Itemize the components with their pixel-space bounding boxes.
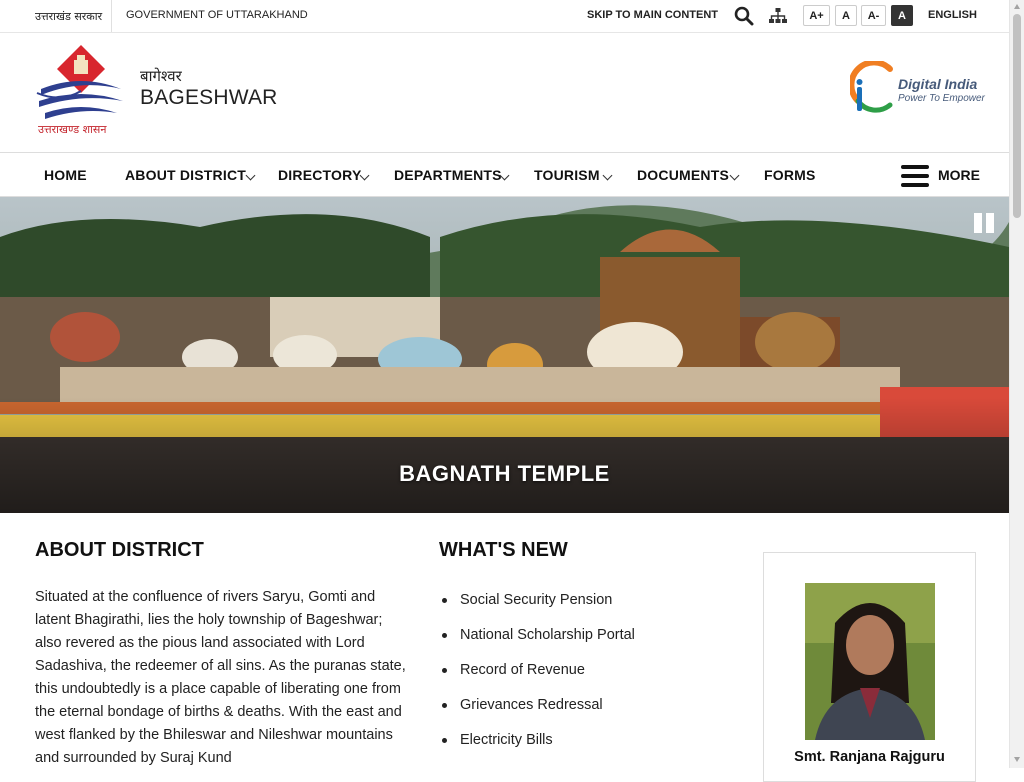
official-name: Smt. Ranjana Rajguru [794, 749, 945, 765]
official-photo [805, 583, 935, 740]
high-contrast-button[interactable]: A [891, 5, 913, 26]
font-decrease-button[interactable]: A- [861, 5, 886, 26]
state-government-hindi: उत्तराखण्ड शासन [38, 123, 107, 136]
whats-new-list: Social Security Pension National Scholar… [439, 588, 635, 763]
skip-to-content-link[interactable]: SKIP TO MAIN CONTENT [587, 9, 718, 21]
whats-new-heading: WHAT'S NEW [439, 539, 568, 561]
list-item[interactable]: Social Security Pension [439, 588, 635, 623]
about-district-text: Situated at the confluence of rivers Sar… [35, 589, 406, 766]
site-header: उत्तराखण्ड शासन बागेश्वर BAGESHWAR Digit… [0, 33, 1009, 152]
scrollbar-thumb[interactable] [1013, 14, 1021, 218]
scroll-up-icon[interactable] [1014, 4, 1020, 9]
font-normal-button[interactable]: A [835, 5, 857, 26]
hamburger-menu-icon[interactable] [901, 165, 929, 187]
chevron-down-icon [602, 170, 613, 181]
nav-departments[interactable]: DEPARTMENTS [394, 167, 502, 183]
official-profile-card: Smt. Ranjana Rajguru [763, 552, 976, 782]
list-item[interactable]: Electricity Bills [439, 728, 635, 763]
chevron-down-icon [245, 170, 256, 181]
page-scrollbar[interactable] [1009, 0, 1024, 768]
gov-hindi-label: उत्तराखंड सरकार [35, 10, 103, 23]
about-district-heading: ABOUT DISTRICT [35, 539, 204, 561]
main-navigation: HOME ABOUT DISTRICT DIRECTORY DEPARTMENT… [0, 152, 1009, 197]
digital-india-tagline: Power To Empower [898, 93, 985, 104]
divider [111, 0, 112, 32]
district-name-english[interactable]: BAGESHWAR [140, 86, 278, 110]
nav-home[interactable]: HOME [44, 167, 87, 183]
digital-india-title: Digital India [898, 76, 978, 92]
top-bar: उत्तराखंड सरकार GOVERNMENT OF UTTARAKHAN… [0, 0, 1009, 33]
scroll-down-icon[interactable] [1014, 757, 1020, 762]
search-icon[interactable] [734, 6, 754, 26]
nav-directory[interactable]: DIRECTORY [278, 167, 361, 183]
list-item[interactable]: Record of Revenue [439, 658, 635, 693]
nav-documents[interactable]: DOCUMENTS [637, 167, 729, 183]
language-selector[interactable]: ENGLISH [928, 9, 977, 21]
nav-tourism[interactable]: TOURISM [534, 167, 600, 183]
slider-pause-button[interactable] [974, 213, 996, 233]
nav-forms[interactable]: FORMS [764, 167, 816, 183]
banner-caption: BAGNATH TEMPLE [399, 461, 610, 486]
nav-more[interactable]: MORE [938, 167, 980, 183]
sitemap-icon[interactable] [768, 7, 788, 25]
district-name-hindi: बागेश्वर [140, 67, 182, 85]
list-item[interactable]: Grievances Redressal [439, 693, 635, 728]
font-increase-button[interactable]: A+ [803, 5, 830, 26]
hero-banner: BAGNATH TEMPLE [0, 197, 1009, 513]
nav-about-district[interactable]: ABOUT DISTRICT [125, 167, 246, 183]
list-item[interactable]: National Scholarship Portal [439, 623, 635, 658]
gov-english-label: GOVERNMENT OF UTTARAKHAND [126, 9, 308, 21]
chevron-down-icon [729, 170, 740, 181]
